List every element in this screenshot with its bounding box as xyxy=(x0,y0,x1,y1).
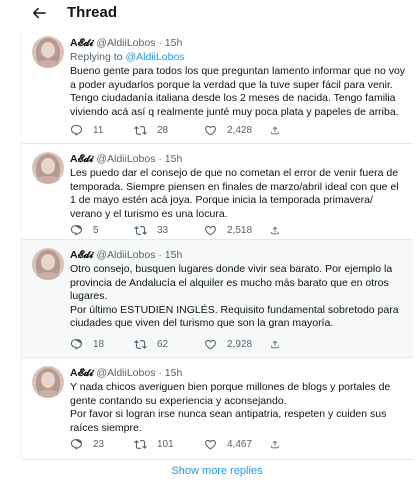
replying-handle-link[interactable]: @AldiiLobos xyxy=(125,51,184,63)
tweet[interactable]: A𝓔𝓭𝓲 @AldiiLobos · 15h Otro consejo, bus… xyxy=(21,240,413,358)
retweet-icon xyxy=(134,126,147,135)
like-icon xyxy=(205,125,216,136)
like-count: 2,928 xyxy=(227,339,253,350)
reply-count: 23 xyxy=(93,439,105,450)
page-title: Thread xyxy=(67,4,118,21)
user-handle[interactable]: @AldiiLobos xyxy=(96,367,155,379)
retweet-count: 28 xyxy=(157,125,169,136)
timestamp[interactable]: 15h xyxy=(165,249,183,261)
reply-button[interactable]: 5 xyxy=(70,224,134,237)
timestamp[interactable]: 15h xyxy=(165,37,183,49)
tweet-text: Les puedo dar el consejo de que no comet… xyxy=(70,167,399,220)
timestamp[interactable]: 15h xyxy=(165,153,183,165)
reply-icon xyxy=(70,125,83,136)
retweet-count: 33 xyxy=(157,225,169,236)
retweet-icon xyxy=(134,226,147,235)
share-button[interactable] xyxy=(270,338,290,351)
avatar[interactable] xyxy=(32,152,64,184)
separator-dot: · xyxy=(158,367,162,379)
avatar[interactable] xyxy=(32,248,64,280)
reply-icon xyxy=(70,439,83,450)
tweet[interactable]: A𝓔𝓭𝓲 @AldiiLobos · 15h Y nada chicos ave… xyxy=(21,358,413,460)
reply-count: 18 xyxy=(93,339,105,350)
replying-to: Replying to @AldiiLobos xyxy=(70,50,406,64)
replying-prefix: Replying to xyxy=(70,51,126,63)
display-name[interactable]: A𝓔𝓭𝓲 xyxy=(70,367,93,379)
user-handle[interactable]: @AldiiLobos xyxy=(96,249,155,261)
like-icon xyxy=(205,339,216,350)
tweet-actions: 5 33 2,518 xyxy=(70,224,290,237)
user-handle[interactable]: @AldiiLobos xyxy=(96,153,155,165)
tweet-actions: 18 62 2,928 xyxy=(70,338,290,351)
share-button[interactable] xyxy=(270,438,290,451)
reply-icon xyxy=(70,339,83,350)
retweet-button[interactable]: 28 xyxy=(134,124,204,137)
like-count: 2,518 xyxy=(227,225,253,236)
display-name[interactable]: A𝓔𝓭𝓲 xyxy=(70,37,93,49)
retweet-count: 62 xyxy=(157,339,169,350)
tweet-actions: 11 28 2,428 xyxy=(70,124,290,137)
user-handle[interactable]: @AldiiLobos xyxy=(96,37,155,49)
tweet-actions: 23 101 4,467 xyxy=(70,438,290,451)
back-arrow-icon[interactable] xyxy=(30,4,48,22)
like-icon xyxy=(205,225,216,236)
like-icon xyxy=(205,439,216,450)
reply-icon xyxy=(70,225,83,236)
reply-count: 11 xyxy=(93,125,104,136)
reply-button[interactable]: 18 xyxy=(70,338,134,351)
share-button[interactable] xyxy=(270,224,290,237)
retweet-count: 101 xyxy=(157,439,174,450)
display-name[interactable]: A𝓔𝓭𝓲 xyxy=(70,249,93,261)
tweet-text: Otro consejo, busquen lugares donde vivi… xyxy=(70,263,399,330)
like-button[interactable]: 4,467 xyxy=(204,438,270,451)
separator-dot: · xyxy=(158,249,162,261)
reply-button[interactable]: 23 xyxy=(70,438,134,451)
tweet[interactable]: A𝓔𝓭𝓲 @AldiiLobos · 15h Replying to @Aldi… xyxy=(21,28,413,144)
retweet-icon xyxy=(134,440,147,449)
timestamp[interactable]: 15h xyxy=(165,367,183,379)
like-button[interactable]: 2,928 xyxy=(204,338,270,351)
retweet-button[interactable]: 101 xyxy=(134,438,204,451)
share-button[interactable] xyxy=(270,124,290,137)
retweet-button[interactable]: 33 xyxy=(134,224,204,237)
share-icon xyxy=(271,440,279,449)
reply-count: 5 xyxy=(93,225,99,236)
retweet-icon xyxy=(134,340,147,349)
like-button[interactable]: 2,518 xyxy=(204,224,270,237)
tweet[interactable]: A𝓔𝓭𝓲 @AldiiLobos · 15h Les puedo dar el … xyxy=(21,144,413,240)
like-count: 4,467 xyxy=(227,439,253,450)
show-more-replies-link[interactable]: Show more replies xyxy=(21,460,413,482)
share-icon xyxy=(271,340,279,349)
avatar[interactable] xyxy=(32,366,64,398)
display-name[interactable]: A𝓔𝓭𝓲 xyxy=(70,153,93,165)
avatar[interactable] xyxy=(32,36,64,68)
like-count: 2,428 xyxy=(227,125,253,136)
tweet-text: Y nada chicos averiguen bien porque mill… xyxy=(70,381,391,434)
like-button[interactable]: 2,428 xyxy=(204,124,270,137)
retweet-button[interactable]: 62 xyxy=(134,338,204,351)
separator-dot: · xyxy=(158,37,162,49)
separator-dot: · xyxy=(158,153,162,165)
share-icon xyxy=(271,226,279,235)
tweet-text: Bueno gente para todos los que preguntan… xyxy=(70,65,406,118)
thread-header: Thread xyxy=(0,0,420,28)
share-icon xyxy=(271,126,279,135)
reply-button[interactable]: 11 xyxy=(70,124,134,137)
